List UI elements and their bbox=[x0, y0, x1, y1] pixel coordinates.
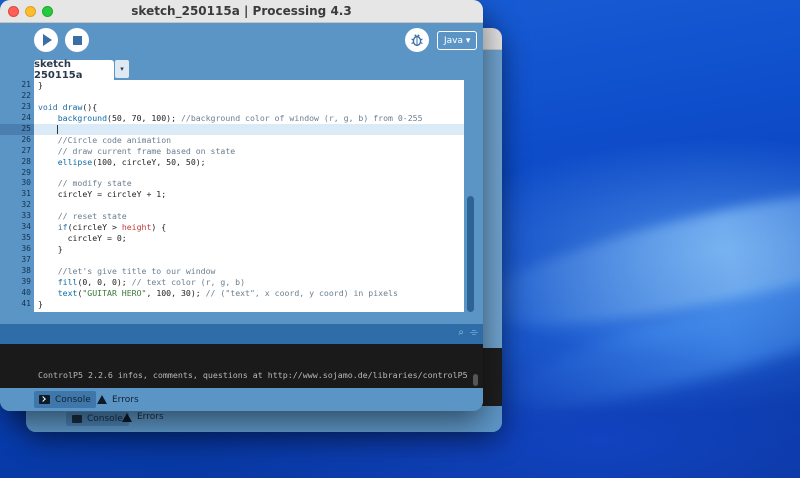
line-number: 30 bbox=[21, 178, 31, 188]
window-titlebar[interactable]: sketch_250115a | Processing 4.3 bbox=[0, 0, 483, 23]
minimize-window-button[interactable] bbox=[25, 6, 36, 17]
code-line[interactable] bbox=[34, 91, 464, 102]
code-line[interactable]: } bbox=[34, 244, 464, 255]
code-line[interactable]: background(50, 70, 100); //background co… bbox=[34, 113, 464, 124]
line-number: 29 bbox=[21, 167, 31, 177]
background-errors-tab[interactable]: Errors bbox=[122, 412, 164, 422]
code-line[interactable]: // reset state bbox=[34, 211, 464, 222]
line-number: 39 bbox=[21, 276, 31, 286]
background-console-tab-label: Console bbox=[87, 414, 123, 424]
console-icon bbox=[72, 415, 82, 423]
line-number: 24 bbox=[21, 112, 31, 122]
code-line[interactable] bbox=[34, 168, 464, 179]
line-number: 31 bbox=[21, 189, 31, 199]
line-number: 32 bbox=[21, 200, 31, 210]
line-number: 38 bbox=[21, 265, 31, 275]
tab-menu-button[interactable]: ▾ bbox=[115, 60, 129, 78]
line-number: 35 bbox=[21, 233, 31, 243]
tab-sketch[interactable]: sketch 250115a bbox=[34, 59, 114, 81]
code-line[interactable]: fill(0, 0, 0); // text color (r, g, b) bbox=[34, 277, 464, 288]
run-button[interactable] bbox=[34, 28, 58, 52]
code-line[interactable] bbox=[34, 200, 464, 211]
text-cursor bbox=[57, 125, 58, 134]
bug-icon bbox=[411, 34, 423, 47]
line-number: 33 bbox=[21, 211, 31, 221]
mode-selector-button[interactable]: Java ▾ bbox=[437, 31, 478, 50]
line-number: 25 bbox=[0, 123, 34, 135]
editor-scrollbar[interactable] bbox=[464, 80, 483, 312]
line-number: 22 bbox=[21, 90, 31, 100]
tab-errors-label: Errors bbox=[112, 394, 139, 405]
code-line[interactable]: text("GUITAR HERO", 100, 30); // ("text"… bbox=[34, 288, 464, 299]
background-console-tab[interactable]: Console bbox=[66, 412, 129, 426]
code-line[interactable] bbox=[34, 123, 464, 135]
code-line[interactable]: void draw(){ bbox=[34, 102, 464, 113]
line-number: 40 bbox=[21, 287, 31, 297]
code-line[interactable]: // modify state bbox=[34, 178, 464, 189]
code-line[interactable]: //Circle code animation bbox=[34, 135, 464, 146]
stop-icon bbox=[72, 35, 82, 45]
close-window-button[interactable] bbox=[8, 6, 19, 17]
code-line[interactable]: } bbox=[34, 80, 464, 91]
tab-sketch-label: sketch 250115a bbox=[34, 59, 83, 81]
warning-icon bbox=[97, 395, 107, 404]
mode-selector-label: Java ▾ bbox=[444, 35, 471, 46]
line-number: 41 bbox=[21, 298, 31, 308]
line-number: 28 bbox=[21, 156, 31, 166]
tab-errors[interactable]: Errors bbox=[92, 391, 144, 408]
code-editor: 21 22 23 24 25 26 27 28 29 30 31 32 33 34 35 36 37 38 39 40… bbox=[0, 80, 483, 312]
editor-scrollbar-thumb[interactable] bbox=[467, 196, 474, 312]
line-number: 27 bbox=[21, 145, 31, 155]
line-number: 34 bbox=[21, 222, 31, 232]
console-icon bbox=[39, 395, 50, 404]
code-line[interactable]: //let's give title to our window bbox=[34, 266, 464, 277]
code-text-area[interactable]: } void draw(){ background(50, 70, 100); /… bbox=[34, 80, 464, 312]
code-line[interactable]: if(circleY > height) { bbox=[34, 222, 464, 233]
play-icon bbox=[43, 34, 52, 46]
line-number-gutter: 21 22 23 24 25 26 27 28 29 30 31 32 33 34 35 36 37 38 39 40… bbox=[0, 80, 34, 312]
traffic-lights bbox=[8, 6, 53, 17]
window-title: sketch_250115a | Processing 4.3 bbox=[131, 4, 352, 18]
background-errors-tab-label: Errors bbox=[137, 412, 164, 422]
code-line[interactable]: ellipse(100, circleY, 50, 50); bbox=[34, 157, 464, 168]
processing-window: sketch_250115a | Processing 4.3 Java ▾ s… bbox=[0, 0, 483, 411]
console-scrollbar[interactable] bbox=[473, 374, 478, 386]
tab-console-label: Console bbox=[55, 394, 91, 405]
stop-button[interactable] bbox=[65, 28, 89, 52]
console-toggle-icon[interactable]: ⌯ bbox=[470, 327, 478, 338]
chevron-down-icon: ▾ bbox=[120, 65, 124, 73]
console-panel: ControlP5 2.2.6 infos, comments, questio… bbox=[0, 344, 483, 388]
search-icon[interactable]: ⌕ bbox=[458, 327, 464, 338]
console-message: ControlP5 2.2.6 infos, comments, questio… bbox=[38, 370, 468, 380]
toolbar: Java ▾ bbox=[0, 23, 483, 58]
line-number: 37 bbox=[21, 255, 31, 264]
sketch-tabs: sketch 250115a ▾ bbox=[0, 58, 483, 81]
maximize-window-button[interactable] bbox=[42, 6, 53, 17]
line-number: 23 bbox=[21, 101, 31, 111]
code-line[interactable]: circleY = 0; bbox=[34, 233, 464, 244]
code-line[interactable]: // draw current frame based on state bbox=[34, 146, 464, 157]
line-number: 21 bbox=[21, 80, 31, 89]
warning-icon bbox=[122, 412, 132, 422]
line-number: 36 bbox=[21, 244, 31, 254]
code-line[interactable]: } bbox=[34, 299, 464, 310]
code-line[interactable]: circleY = circleY + 1; bbox=[34, 189, 464, 200]
code-line[interactable] bbox=[34, 255, 464, 266]
tab-console[interactable]: Console bbox=[34, 391, 96, 408]
status-bar: ⌕ ⌯ bbox=[0, 324, 483, 344]
line-number: 26 bbox=[21, 134, 31, 144]
bottom-tab-bar: Console Errors bbox=[0, 388, 483, 411]
status-icons: ⌕ ⌯ bbox=[458, 327, 478, 338]
debug-button[interactable] bbox=[405, 28, 429, 52]
